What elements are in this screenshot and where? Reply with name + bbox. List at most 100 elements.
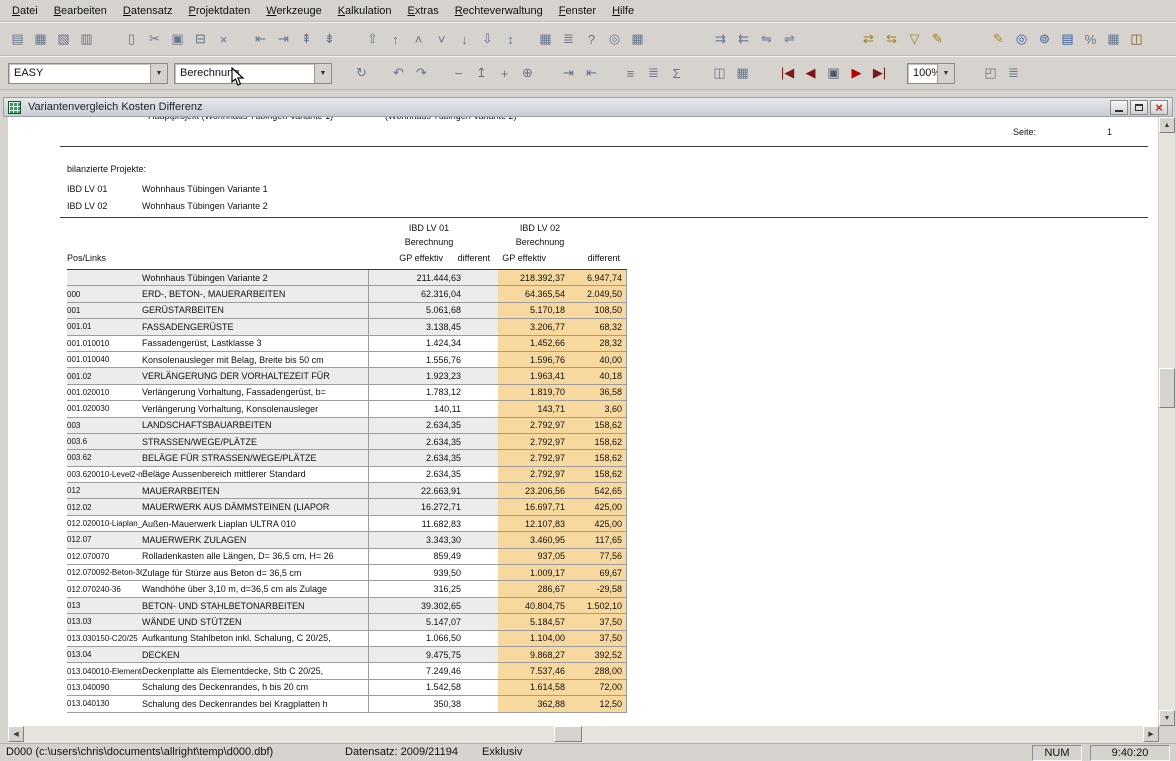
cell-d1: [464, 663, 498, 678]
menu-item-hilfe[interactable]: Hilfe: [604, 2, 642, 20]
transfer-icon[interactable]: ⇋: [755, 28, 778, 51]
scroll-down-icon[interactable]: ▼: [1159, 710, 1175, 726]
cell-v1: 22.663,91: [368, 483, 464, 498]
chevron-down-icon[interactable]: ▼: [150, 64, 167, 83]
horizontal-scrollbar[interactable]: ◀ ▶: [8, 726, 1159, 743]
chevron-down-icon[interactable]: ▼: [937, 64, 954, 83]
collapse-icon[interactable]: ˄: [407, 28, 430, 51]
list-icon[interactable]: ≡: [619, 62, 642, 85]
indent-level-icon[interactable]: ⇥: [272, 28, 295, 51]
minimize-button[interactable]: [1110, 100, 1128, 115]
level-down-icon[interactable]: ⇟: [318, 28, 341, 51]
cell-v2: 3.206,77: [498, 319, 568, 334]
scroll-left-icon[interactable]: ◀: [8, 726, 24, 742]
filter-icon[interactable]: ▽: [903, 28, 926, 51]
export-report-icon[interactable]: ⇉: [709, 28, 732, 51]
cell-d1: [464, 499, 498, 514]
structure-icon[interactable]: ≣: [642, 62, 665, 85]
exit-icon[interactable]: ◫: [1125, 28, 1148, 51]
cell-d2: 117,65: [568, 532, 627, 547]
sum-icon[interactable]: Σ: [665, 62, 688, 85]
first-page-icon[interactable]: |◀: [776, 62, 799, 85]
annotate-icon[interactable]: ✎: [926, 28, 949, 51]
table-row: 013.040130Schalung des Deckenrandes bei …: [67, 696, 627, 712]
document-titlebar[interactable]: Variantenvergleich Kosten Differenz ×: [3, 97, 1173, 117]
menu-item-bearbeiten[interactable]: Bearbeiten: [46, 2, 115, 20]
new-position-icon[interactable]: ▯: [120, 28, 143, 51]
catalog-icon[interactable]: ▤: [1056, 28, 1079, 51]
close-preview-icon[interactable]: ◰: [979, 62, 1002, 85]
delete-icon[interactable]: ×: [212, 28, 235, 51]
menu-item-datei[interactable]: Datei: [4, 2, 46, 20]
cell-v1: 3.343,30: [368, 532, 464, 547]
add-position-icon[interactable]: +: [493, 62, 516, 85]
scroll-right-icon[interactable]: ▶: [1143, 726, 1159, 742]
shift-left-icon[interactable]: ⇤: [580, 62, 603, 85]
refresh-icon[interactable]: ↻: [350, 62, 373, 85]
table-row: 013.040090Schalung des Deckenrandes, h b…: [67, 680, 627, 696]
edit-icon[interactable]: ✎: [987, 28, 1010, 51]
insert-position-icon[interactable]: ↥: [470, 62, 493, 85]
print-preview-icon[interactable]: ≣: [557, 28, 580, 51]
play-icon[interactable]: ▶: [845, 62, 868, 85]
undo-icon[interactable]: ↶: [387, 62, 410, 85]
close-button[interactable]: ×: [1150, 100, 1168, 115]
data-mask-icon[interactable]: ▦: [29, 28, 52, 51]
prev-page-icon[interactable]: ◀: [799, 62, 822, 85]
menu-item-extras[interactable]: Extras: [400, 2, 447, 20]
form-icon[interactable]: ▤: [6, 28, 29, 51]
grid-icon[interactable]: ▦: [731, 62, 754, 85]
statistics-icon[interactable]: ▦: [1102, 28, 1125, 51]
vertical-scrollbar[interactable]: ▲ ▼: [1159, 117, 1175, 726]
outdent-level-icon[interactable]: ⇤: [249, 28, 272, 51]
redo-icon[interactable]: ↷: [410, 62, 433, 85]
table-icon[interactable]: ▦: [626, 28, 649, 51]
paste-icon[interactable]: ⊟: [189, 28, 212, 51]
menu-item-projektdaten[interactable]: Projektdaten: [180, 2, 258, 20]
move-up-icon[interactable]: ↑: [384, 28, 407, 51]
print-icon[interactable]: ≣: [1002, 62, 1025, 85]
jump-forward-icon[interactable]: ⇆: [880, 28, 903, 51]
menu-item-rechteverwaltung[interactable]: Rechteverwaltung: [447, 2, 551, 20]
shift-right-icon[interactable]: ⇥: [557, 62, 580, 85]
chevron-down-icon[interactable]: ▼: [314, 64, 331, 83]
find-record-icon[interactable]: ⊚: [1033, 28, 1056, 51]
jump-back-icon[interactable]: ⇄: [857, 28, 880, 51]
zoom-document-icon[interactable]: ◎: [1010, 28, 1033, 51]
expand-icon[interactable]: ˅: [430, 28, 453, 51]
cell-desc: MAUERARBEITEN: [142, 483, 368, 498]
scroll-up-icon[interactable]: ▲: [1159, 117, 1175, 133]
picture-icon[interactable]: ▧: [52, 28, 75, 51]
cell-desc: Fassadengerüst, Lastklasse 3: [142, 336, 368, 351]
vertical-scroll-thumb[interactable]: [1159, 368, 1175, 408]
import-report-icon[interactable]: ⇇: [732, 28, 755, 51]
percent-icon[interactable]: %: [1079, 28, 1102, 51]
calculator-icon[interactable]: ▦: [534, 28, 557, 51]
copy-icon[interactable]: ▣: [166, 28, 189, 51]
restore-button[interactable]: [1130, 100, 1148, 115]
menu-item-fenster[interactable]: Fenster: [551, 2, 604, 20]
menu-item-datensatz[interactable]: Datensatz: [115, 2, 181, 20]
chart-icon[interactable]: ◫: [708, 62, 731, 85]
horizontal-scroll-thumb[interactable]: [554, 726, 582, 742]
last-page-icon[interactable]: ▶|: [868, 62, 891, 85]
search-icon[interactable]: ◎: [603, 28, 626, 51]
view-combobox[interactable]: Berechnung ▼: [174, 63, 332, 84]
layout-columns-icon[interactable]: ▥: [75, 28, 98, 51]
copy-pages-icon[interactable]: ▣: [822, 62, 845, 85]
move-first-icon[interactable]: ⇧: [361, 28, 384, 51]
move-down-icon[interactable]: ↓: [453, 28, 476, 51]
menu-item-werkzeuge[interactable]: Werkzeuge: [258, 2, 329, 20]
profile-combobox[interactable]: EASY ▼: [8, 63, 168, 84]
append-position-icon[interactable]: ⊕: [516, 62, 539, 85]
zoom-combobox[interactable]: 100% ▼: [907, 63, 955, 84]
sync-icon[interactable]: ⇌: [778, 28, 801, 51]
cell-pos: 001.02: [67, 368, 142, 383]
menu-item-kalkulation[interactable]: Kalkulation: [330, 2, 400, 20]
remove-position-icon[interactable]: −: [447, 62, 470, 85]
cut-icon[interactable]: ✂: [143, 28, 166, 51]
level-up-icon[interactable]: ⇞: [295, 28, 318, 51]
help-icon[interactable]: ?: [580, 28, 603, 51]
sort-icon[interactable]: ↕: [499, 28, 522, 51]
move-last-icon[interactable]: ⇩: [476, 28, 499, 51]
